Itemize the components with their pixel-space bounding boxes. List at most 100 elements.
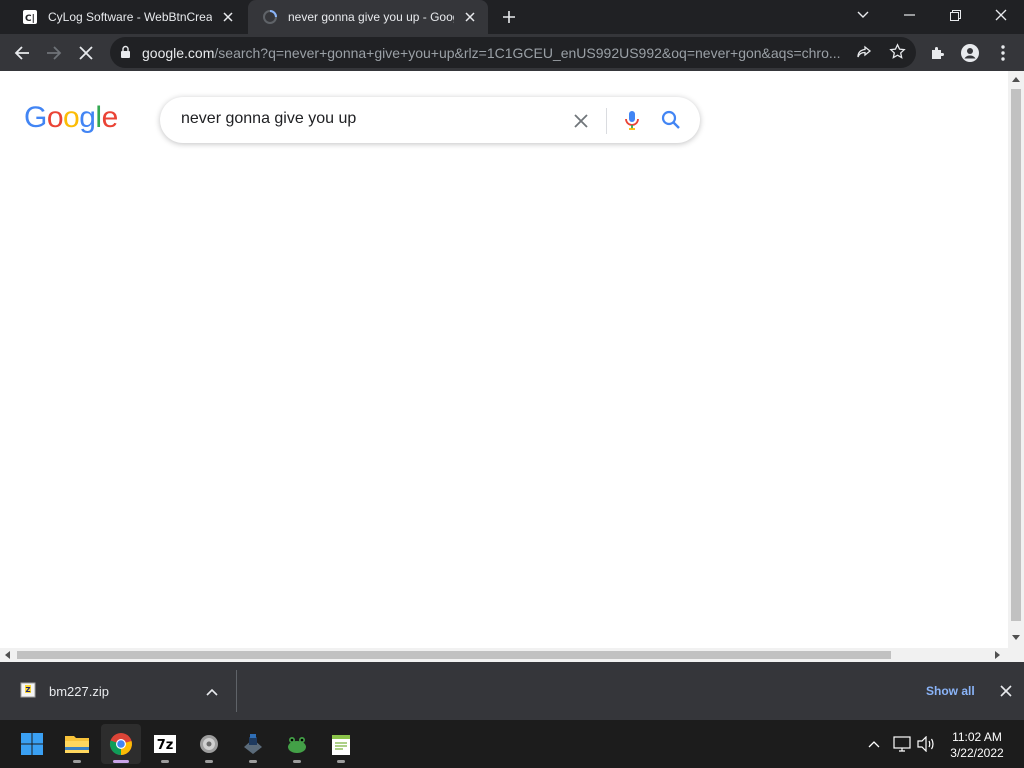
logo-letter: o [63,101,80,134]
running-indicator [337,760,345,763]
network-tray-button[interactable] [892,734,912,754]
volume-tray-button[interactable] [916,734,936,754]
close-download-shelf-button[interactable] [996,681,1016,701]
microphone-icon[interactable] [620,108,644,132]
scroll-left-arrow-icon[interactable] [5,651,10,659]
start-button[interactable] [12,724,52,764]
settings-icon [200,735,218,753]
close-tab-icon[interactable] [460,7,480,27]
lock-icon[interactable] [120,45,131,59]
windows-taskbar: 7z 11:02 AM 3/22/2022 [0,720,1024,768]
vertical-scrollbar[interactable] [1008,71,1024,648]
logo-letter: e [101,101,119,134]
horizontal-scrollbar[interactable] [0,648,1008,662]
running-indicator [293,760,301,763]
cylog-icon: C| [23,10,37,24]
scroll-down-arrow-icon[interactable] [1012,635,1020,640]
profile-button[interactable] [956,39,984,67]
scrollbar-thumb[interactable] [17,651,891,659]
logo-letter: G [24,101,47,134]
back-button[interactable] [8,39,36,67]
close-icon [79,46,93,60]
show-all-downloads-link[interactable]: Show all [926,684,975,698]
bookmark-star-icon[interactable] [889,43,906,60]
show-hidden-icons-button[interactable] [864,734,884,754]
running-indicator [113,760,129,763]
google-logo[interactable]: Google [24,101,118,135]
address-bar[interactable]: google.com/search?q=never+gonna+give+you… [110,37,916,68]
minimize-icon [903,14,915,16]
account-icon [961,44,979,62]
clock-date: 3/22/2022 [950,746,1004,760]
new-tab-button[interactable] [497,6,521,28]
clock-time: 11:02 AM [952,730,1002,744]
forward-button[interactable] [40,39,68,67]
taskbar-settings[interactable] [189,724,229,764]
tab-search-button[interactable] [840,0,886,30]
taskbar-clock[interactable]: 11:02 AM 3/22/2022 [944,729,1010,761]
clear-search-button[interactable] [570,110,592,132]
extensions-button[interactable] [924,39,952,67]
tab-title: never gonna give you up - Google Search [288,10,454,24]
svg-text:Z: Z [25,686,30,694]
menu-button[interactable] [989,39,1017,67]
minimize-button[interactable] [886,0,932,30]
taskbar-app[interactable] [233,724,273,764]
frog-app-icon [288,737,306,753]
close-window-button[interactable] [978,0,1024,30]
more-vertical-icon [1001,45,1005,61]
restore-icon [949,9,961,21]
tab-cylog[interactable]: C| CyLog Software - WebBtnCreator [8,0,246,34]
file-explorer-icon [65,736,89,753]
url-host: google.com [142,45,215,61]
running-indicator [205,760,213,763]
taskbar-file-explorer[interactable] [57,724,97,764]
restore-button[interactable] [932,0,978,30]
loading-spinner-icon [263,10,277,24]
network-icon [893,736,911,752]
search-box [160,97,700,143]
taskbar-frog-app[interactable] [277,724,317,764]
tab-strip: C| CyLog Software - WebBtnCreator never … [0,0,1024,34]
speaker-icon [917,736,934,752]
scroll-up-arrow-icon[interactable] [1012,77,1020,82]
divider [606,108,607,134]
close-icon [995,9,1007,21]
notepad-icon [332,735,350,755]
app-icon [244,734,262,754]
download-options-button[interactable] [202,682,222,702]
arrow-left-icon [14,46,29,60]
close-icon [1000,685,1012,697]
search-icon[interactable] [659,108,683,132]
puzzle-icon [932,47,944,59]
windows-logo-icon [21,733,43,755]
download-item[interactable]: Z bm227.zip [0,662,236,720]
stop-loading-button[interactable] [72,39,100,67]
scrollbar-thumb[interactable] [1011,89,1021,621]
chrome-icon [109,733,132,756]
scroll-right-arrow-icon[interactable] [995,651,1000,659]
tab-google-search[interactable]: never gonna give you up - Google Search [248,0,488,34]
chevron-up-icon [206,688,218,696]
browser-toolbar: google.com/search?q=never+gonna+give+you… [0,34,1024,71]
plus-icon [503,11,515,23]
taskbar-notepad[interactable] [321,724,361,764]
taskbar-7zip[interactable]: 7z [145,724,185,764]
logo-letter: g [79,101,96,134]
chevron-up-icon [868,741,880,748]
running-indicator [249,760,257,763]
close-tab-icon[interactable] [218,7,238,27]
download-file-name: bm227.zip [49,684,109,699]
svg-text:C|: C| [25,14,35,24]
search-input[interactable] [181,110,561,128]
taskbar-chrome[interactable] [101,724,141,764]
svg-text:7z: 7z [157,738,174,753]
scrollbar-corner [1008,648,1024,662]
tab-title: CyLog Software - WebBtnCreator [48,10,212,24]
download-shelf: Z bm227.zip Show all [0,662,1024,720]
running-indicator [161,760,169,763]
divider [236,670,237,712]
url-text[interactable]: google.com/search?q=never+gonna+give+you… [142,45,847,61]
share-icon[interactable] [856,44,872,60]
zip-archive-icon: Z [20,682,36,698]
